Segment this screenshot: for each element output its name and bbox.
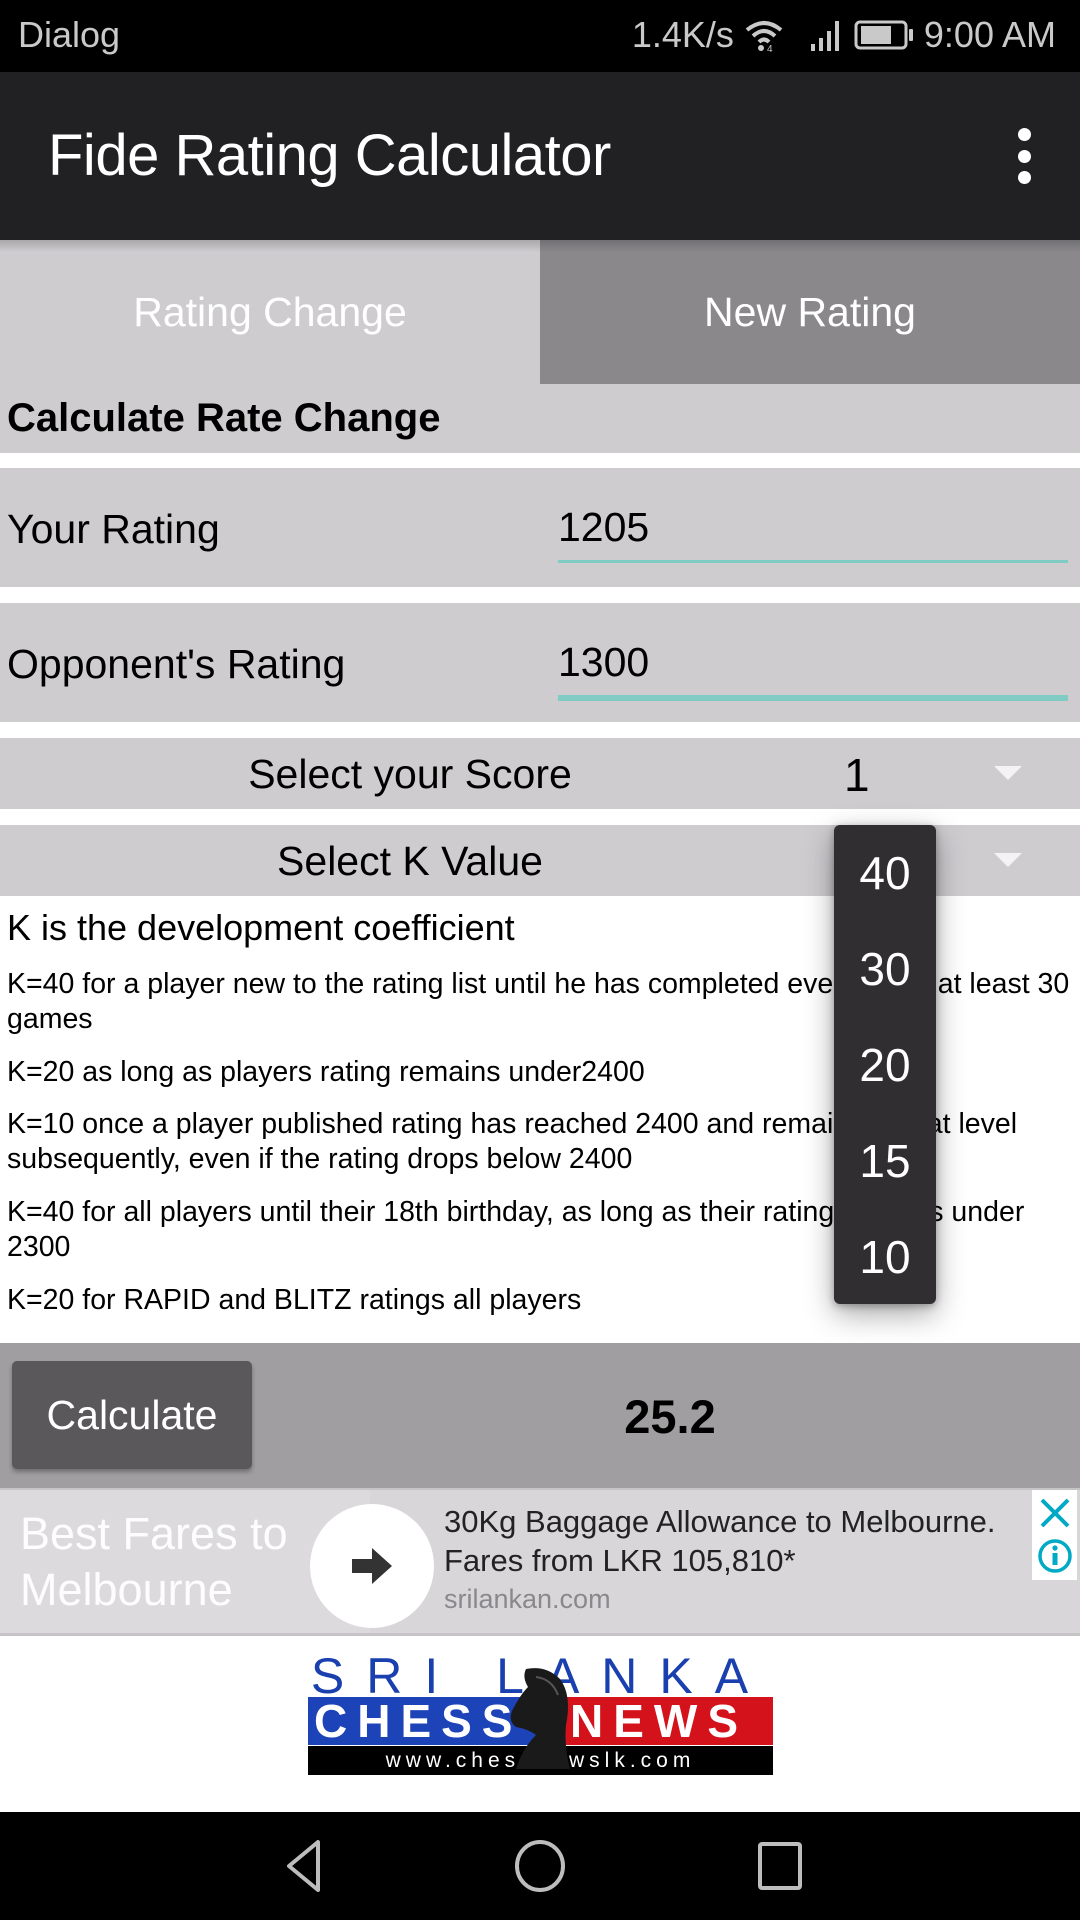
opponent-rating-row: Opponent's Rating xyxy=(0,603,1080,722)
calculate-button[interactable]: Calculate xyxy=(12,1361,252,1469)
k-option-15[interactable]: 15 xyxy=(834,1113,936,1209)
chess-news-logo[interactable]: SRI LANKA CHESS NEWS www.chessnewslk.com xyxy=(308,1651,773,1775)
back-icon[interactable] xyxy=(262,1834,342,1898)
your-rating-label: Your Rating xyxy=(7,506,220,552)
opponent-rating-label: Opponent's Rating xyxy=(7,641,346,687)
tab-label: New Rating xyxy=(704,288,916,335)
net-speed: 1.4K/s xyxy=(631,14,734,55)
rating-change-result: 25.2 xyxy=(624,1390,716,1443)
status-left-label: Dialog xyxy=(18,14,121,55)
status-bar: Dialog 1.4K/s 4 9:00 AM xyxy=(0,0,1080,72)
input-underline-focused xyxy=(558,695,1068,701)
dropdown-arrow-icon xyxy=(994,766,1022,780)
tab-label: Rating Change xyxy=(133,288,407,335)
section-heading: Calculate Rate Change xyxy=(7,396,441,440)
score-label: Select your Score xyxy=(248,751,572,797)
battery-icon xyxy=(854,20,914,50)
ad-headline: Best Fares to Melbourne xyxy=(20,1508,288,1615)
tab-new-rating[interactable]: New Rating xyxy=(540,240,1080,384)
k-option-40[interactable]: 40 xyxy=(834,825,936,921)
ad-choices xyxy=(1032,1490,1077,1580)
your-rating-row: Your Rating xyxy=(0,468,1080,587)
ad-arrow-button[interactable] xyxy=(310,1504,434,1628)
recents-icon[interactable] xyxy=(740,1834,820,1898)
ad-banner[interactable]: Best Fares to Melbourne 30Kg Baggage All… xyxy=(0,1488,1080,1636)
k-option-20[interactable]: 20 xyxy=(834,1017,936,1113)
k-value-label: Select K Value xyxy=(277,838,543,884)
score-value: 1 xyxy=(844,749,870,801)
logo-news: NEWS xyxy=(570,1695,748,1747)
more-vert-icon[interactable] xyxy=(1004,128,1044,184)
opponent-rating-input[interactable] xyxy=(558,637,1068,687)
section-header: Calculate Rate Change xyxy=(0,384,1080,453)
k-option-10[interactable]: 10 xyxy=(834,1209,936,1305)
ad-body: 30Kg Baggage Allowance to Melbourne. Far… xyxy=(444,1504,996,1578)
score-spinner[interactable]: Select your Score 1 xyxy=(0,738,1080,809)
signal-icon xyxy=(810,18,844,52)
app-toolbar: Fide Rating Calculator xyxy=(0,72,1080,240)
info-icon[interactable] xyxy=(1038,1539,1072,1573)
k-value-dropdown-popup: 40 30 20 15 10 xyxy=(834,825,936,1304)
navigation-bar xyxy=(0,1812,1080,1920)
input-underline xyxy=(558,560,1068,563)
tab-rating-change[interactable]: Rating Change xyxy=(0,240,540,384)
dropdown-arrow-icon xyxy=(994,853,1022,867)
clock: 9:00 AM xyxy=(923,14,1056,55)
chess-knight-icon xyxy=(510,1668,570,1769)
arrow-right-icon xyxy=(352,1548,392,1584)
home-icon[interactable] xyxy=(500,1834,580,1898)
ad-url: srilankan.com xyxy=(444,1584,611,1614)
k-option-30[interactable]: 30 xyxy=(834,921,936,1017)
result-bar: Calculate 25.2 xyxy=(0,1343,1080,1488)
logo-chess: CHESS xyxy=(314,1695,523,1747)
your-rating-input[interactable] xyxy=(558,502,1068,552)
description-title: K is the development coefficient xyxy=(7,907,515,948)
status-right: 1.4K/s 4 9:00 AM xyxy=(632,14,1056,56)
tab-bar: Rating Change New Rating xyxy=(0,240,1080,384)
wifi-icon: 4 xyxy=(744,18,784,52)
app-title: Fide Rating Calculator xyxy=(48,123,611,188)
close-icon[interactable] xyxy=(1040,1498,1070,1528)
svg-text:4: 4 xyxy=(767,44,773,52)
